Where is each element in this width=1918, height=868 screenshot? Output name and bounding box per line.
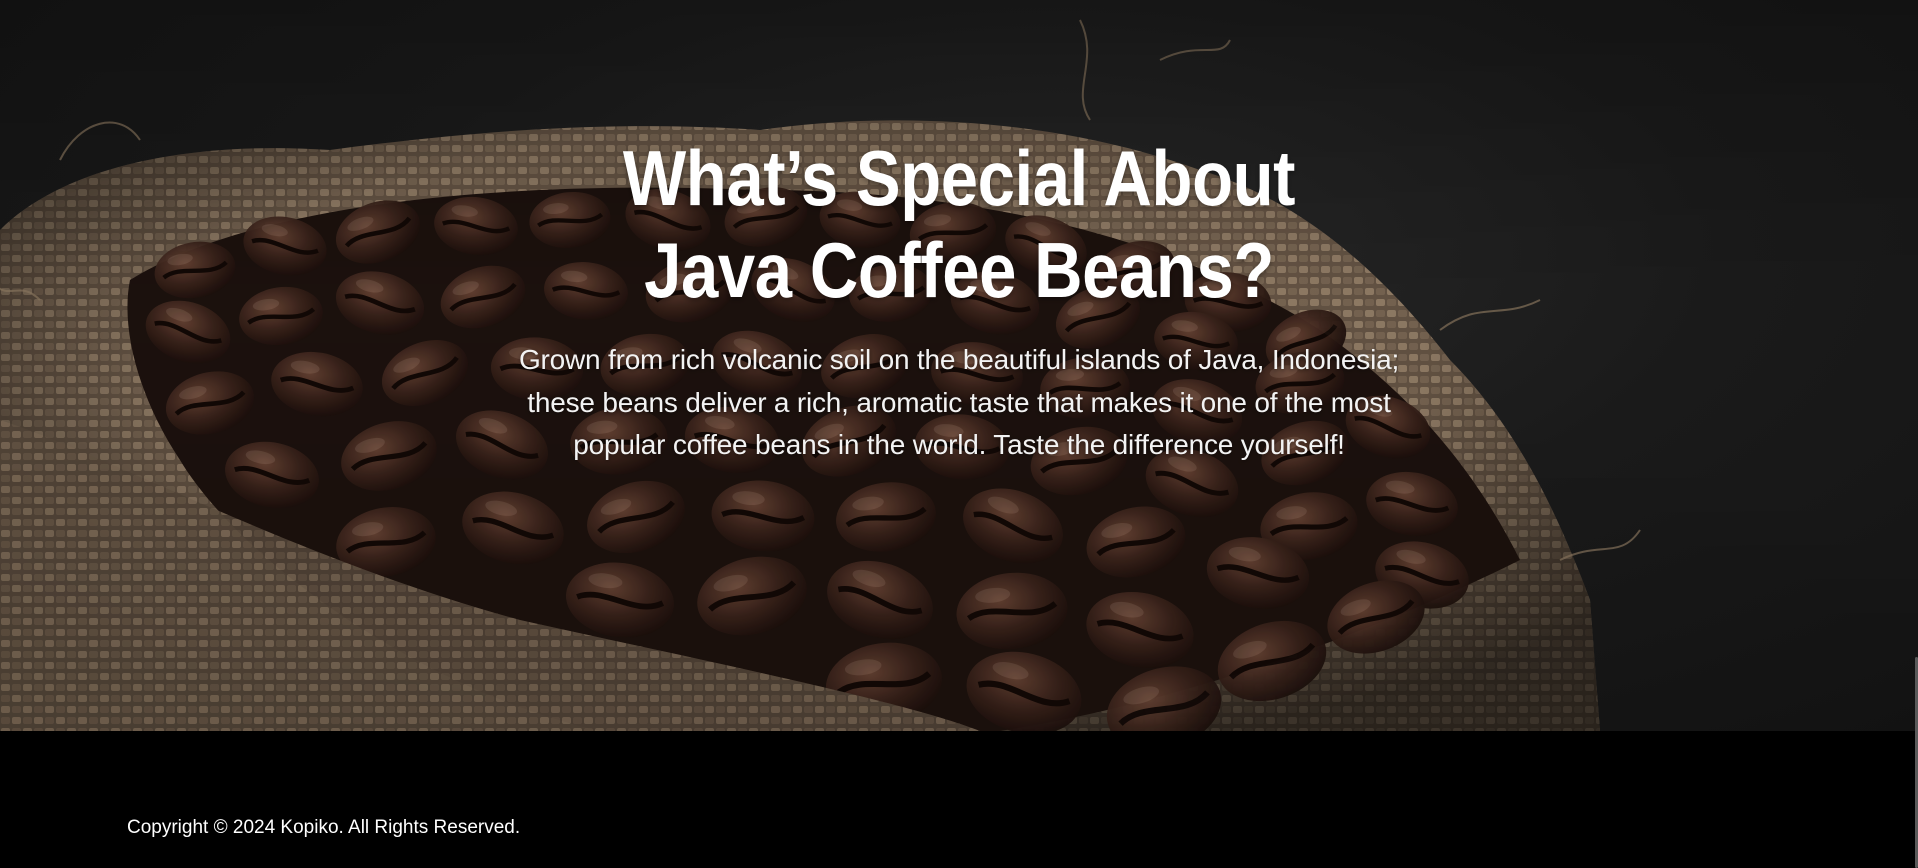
hero-description: Grown from rich volcanic soil on the bea… (518, 344, 1400, 460)
hero-title-line2: Java Coffee Beans? (644, 226, 1274, 314)
scrollbar-track[interactable] (1914, 0, 1918, 868)
page: What’s Special About Java Coffee Beans? … (0, 0, 1918, 868)
hero-title-line1: What’s Special About (622, 134, 1296, 222)
footer: Copyright © 2024 Kopiko. All Rights Rese… (0, 731, 1918, 868)
hero-title: What’s Special About Java Coffee Beans? (572, 132, 1346, 316)
hero-section: What’s Special About Java Coffee Beans? … (0, 0, 1918, 731)
copyright-text: Copyright © 2024 Kopiko. All Rights Rese… (127, 817, 521, 838)
